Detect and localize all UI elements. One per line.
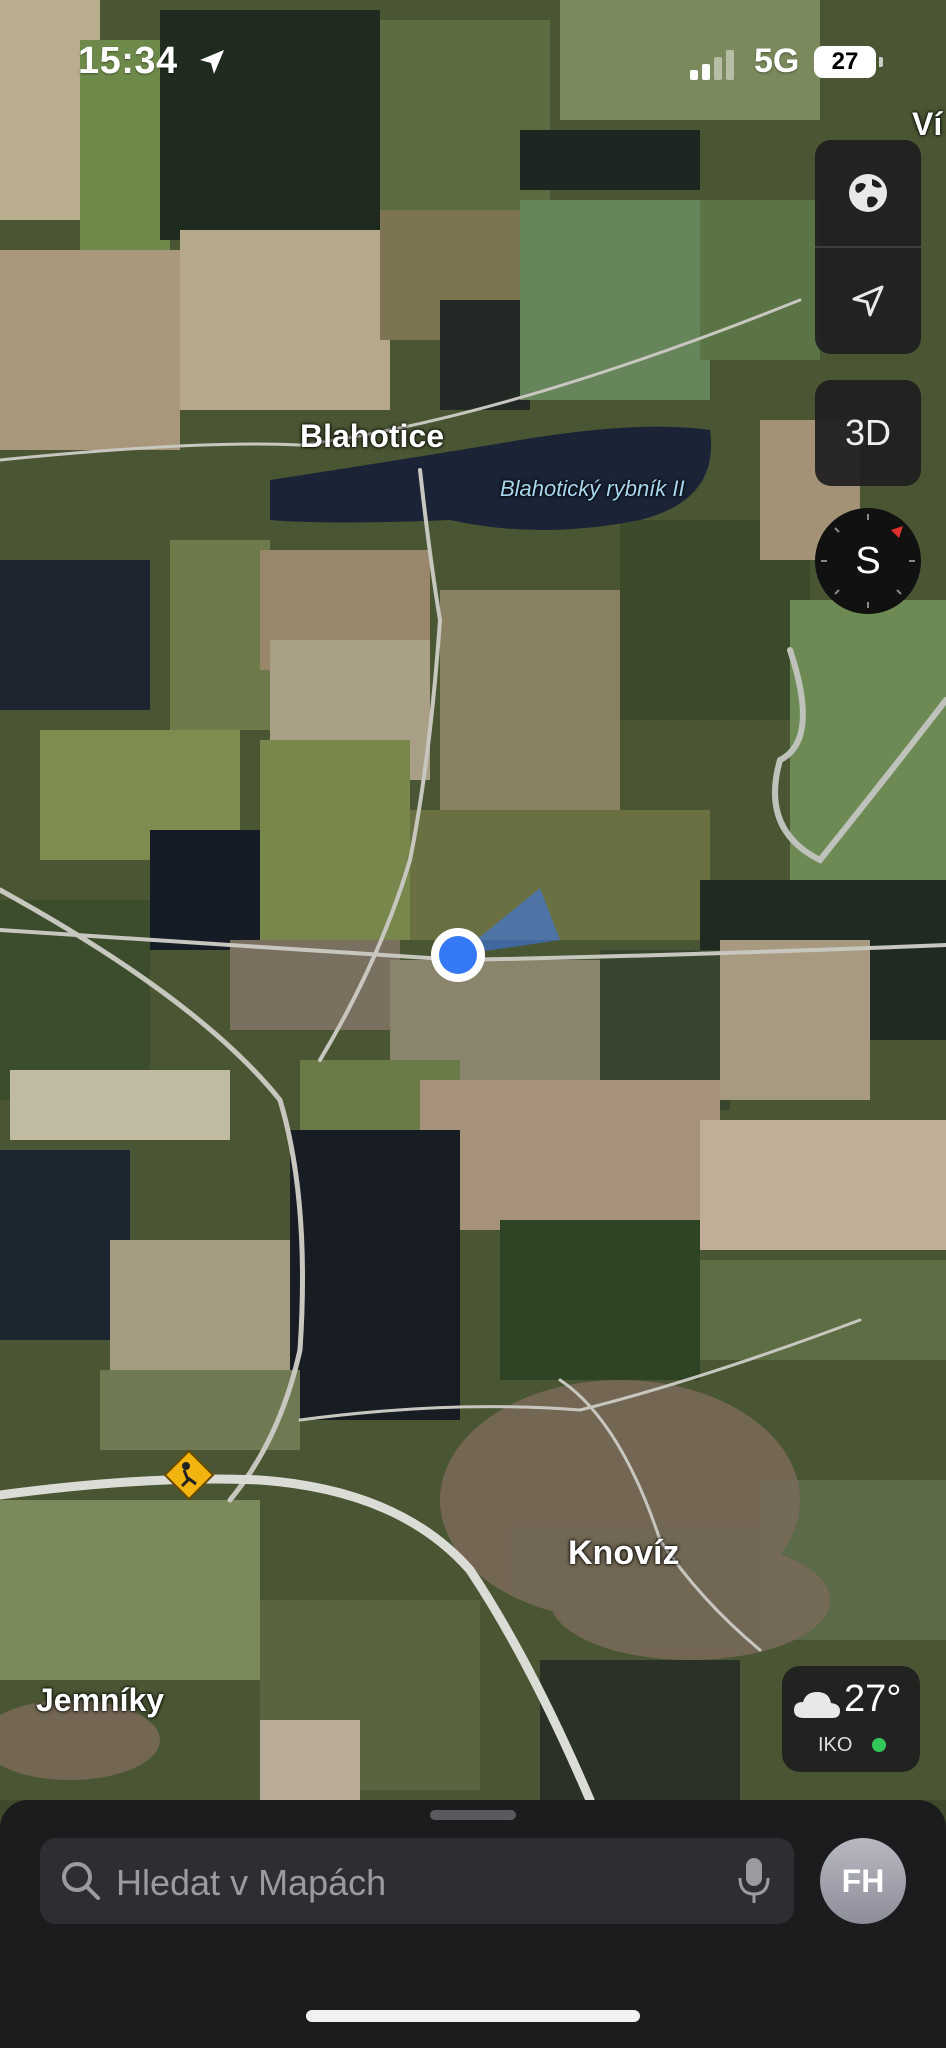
battery-icon: 27 <box>814 46 883 78</box>
map-label-blahotice[interactable]: Blahotice <box>300 418 444 455</box>
map-label-knoviz[interactable]: Knovíz <box>568 1534 679 1573</box>
microphone-icon[interactable] <box>736 1856 772 1906</box>
battery-level: 27 <box>831 48 859 75</box>
user-location-dot <box>439 936 477 974</box>
location-arrow-icon <box>852 285 884 317</box>
map-style-button[interactable] <box>815 140 921 246</box>
weather-widget[interactable]: 27° IKO <box>782 1666 920 1772</box>
3d-toggle-button[interactable]: 3D <box>815 380 921 486</box>
map-controls <box>815 140 921 354</box>
satellite-map[interactable] <box>0 0 946 1800</box>
network-type: 5G <box>754 42 800 80</box>
profile-avatar[interactable]: FH <box>820 1838 906 1924</box>
3d-label: 3D <box>844 412 892 453</box>
search-icon <box>62 1862 100 1900</box>
locate-me-button[interactable] <box>815 248 921 354</box>
signal-icon <box>690 50 734 80</box>
search-field[interactable]: Hledat v Mapách <box>40 1838 794 1924</box>
map-label-lake[interactable]: Blahotický rybník II <box>500 476 685 502</box>
compass-direction: S <box>855 539 881 582</box>
weather-temperature: 27° <box>844 1678 902 1720</box>
compass-button[interactable]: S <box>815 508 921 614</box>
profile-initials: FH <box>841 1862 885 1899</box>
cloud-icon <box>794 1692 840 1718</box>
search-sheet[interactable]: Hledat v Mapách FH <box>0 1800 946 2048</box>
location-arrow-icon <box>200 50 224 74</box>
map-label-jemniky[interactable]: Jemníky <box>36 1682 164 1719</box>
air-quality-label: IKO <box>818 1734 853 1756</box>
home-indicator[interactable] <box>306 2010 640 2022</box>
status-time: 15:34 <box>78 40 178 82</box>
air-quality-status-dot <box>872 1738 886 1752</box>
globe-icon <box>849 174 887 212</box>
search-placeholder: Hledat v Mapách <box>116 1862 387 1903</box>
status-bar: 15:34 5G 27 <box>0 0 946 120</box>
sheet-grabber[interactable] <box>430 1810 516 1820</box>
